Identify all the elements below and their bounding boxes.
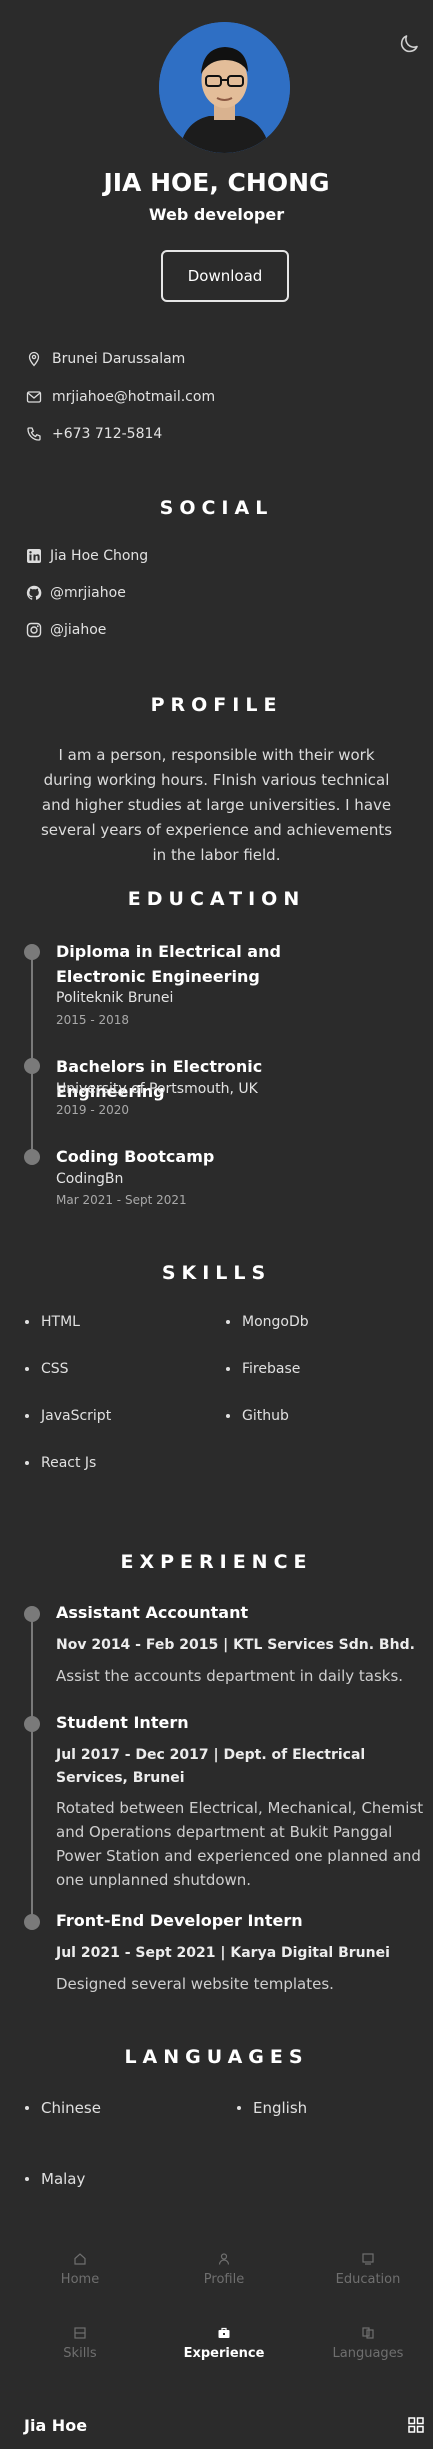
skill-item: HTML — [25, 1314, 80, 1330]
phone-icon — [27, 427, 41, 441]
nav-home[interactable]: Home — [8, 2252, 152, 2287]
map-pin-icon — [28, 351, 40, 367]
skill-item: React Js — [25, 1455, 96, 1471]
email-text: mrjiahoe@hotmail.com — [52, 389, 216, 405]
social-item-instagram[interactable]: @jiahoe — [26, 622, 106, 638]
footer-brand[interactable]: Jia Hoe — [24, 2416, 87, 2435]
education-timeline-dot — [24, 1149, 40, 1165]
nav-education[interactable]: Education — [296, 2252, 433, 2287]
skill-item: JavaScript — [25, 1408, 111, 1424]
social-item-linkedin[interactable]: Jia Hoe Chong — [26, 548, 148, 564]
experience-item-meta: Jul 2017 - Dec 2017 | Dept. of Electrica… — [56, 1747, 366, 1786]
skill-item: CSS — [25, 1361, 69, 1377]
skills-title: SKILLS — [161, 1262, 272, 1284]
profile-description: I am a person, responsible with their wo… — [40, 746, 393, 864]
experience-item-desc: Assist the accounts department in daily … — [56, 1667, 404, 1685]
skills-icon — [74, 2327, 86, 2339]
education-item-date: Mar 2021 - Sept 2021 — [56, 1193, 187, 1207]
education-item-title: Coding Bootcamp — [56, 1147, 215, 1166]
phone-text: +673 712-5814 — [52, 426, 163, 442]
nav-skills[interactable]: Skills — [8, 2326, 152, 2361]
profile-title: PROFILE — [150, 694, 283, 716]
nav-experience[interactable]: Experience — [152, 2326, 296, 2361]
download-button[interactable]: Download — [161, 250, 289, 302]
experience-item-desc: Rotated between Electrical, Mechanical, … — [56, 1799, 424, 1889]
contact-location: Brunei Darussalam — [26, 351, 185, 367]
experience-item-title: Front-End Developer Intern — [56, 1911, 303, 1930]
education-item-school: University of Portsmouth, UK — [56, 1081, 258, 1097]
languages-title: LANGUAGES — [124, 2046, 309, 2068]
location-text: Brunei Darussalam — [52, 351, 186, 367]
linkedin-icon — [27, 549, 41, 563]
education-timeline-dot — [24, 944, 40, 960]
skill-item: Firebase — [226, 1361, 300, 1377]
home-icon — [74, 2253, 86, 2265]
languages-icon — [362, 2327, 374, 2339]
education-item-school: Politeknik Brunei — [56, 990, 174, 1006]
instagram-icon — [26, 622, 42, 638]
avatar — [159, 22, 290, 153]
education-item-date: 2015 - 2018 — [56, 1013, 130, 1027]
education-item-school: CodingBn — [56, 1171, 124, 1187]
education-icon — [362, 2253, 374, 2265]
instagram-label: @jiahoe — [50, 622, 107, 638]
github-label: @mrjiahoe — [50, 585, 126, 601]
social-item-github[interactable]: @mrjiahoe — [26, 585, 126, 601]
experience-timeline-dot — [24, 1716, 40, 1732]
person-name: JIA HOE, CHONG — [103, 168, 330, 197]
experience-title: EXPERIENCE — [120, 1551, 313, 1573]
skill-item: Github — [226, 1408, 289, 1424]
language-item: English — [237, 2099, 307, 2117]
github-icon — [26, 585, 42, 600]
grid-menu-icon[interactable] — [408, 2417, 424, 2433]
contact-email[interactable]: mrjiahoe@hotmail.com — [26, 389, 215, 405]
social-title: SOCIAL — [159, 497, 274, 519]
language-item: Malay — [25, 2170, 85, 2188]
user-icon — [218, 2253, 230, 2265]
experience-item-desc: Designed several website templates. — [56, 1975, 334, 1993]
experience-item-meta: Jul 2021 - Sept 2021 | Karya Digital Bru… — [56, 1945, 390, 1961]
experience-item-title: Assistant Accountant — [56, 1603, 249, 1622]
experience-timeline-dot — [24, 1914, 40, 1930]
mail-icon — [26, 391, 42, 403]
language-item: Chinese — [25, 2099, 101, 2117]
linkedin-label: Jia Hoe Chong — [50, 548, 149, 564]
contact-phone[interactable]: +673 712-5814 — [26, 426, 162, 442]
experience-timeline-dot — [24, 1606, 40, 1622]
experience-timeline-line — [31, 1620, 33, 1926]
education-timeline-line — [31, 950, 33, 1157]
moon-icon[interactable] — [397, 32, 421, 56]
education-timeline-dot — [24, 1058, 40, 1074]
nav-languages[interactable]: Languages — [296, 2326, 433, 2361]
briefcase-icon — [218, 2327, 230, 2338]
education-item-title: Diploma in Electrical and Electronic Eng… — [56, 942, 281, 986]
nav-profile[interactable]: Profile — [152, 2252, 296, 2287]
experience-item-title: Student Intern — [56, 1713, 189, 1732]
skill-item: MongoDb — [226, 1314, 309, 1330]
education-item-date: 2019 - 2020 — [56, 1103, 130, 1117]
job-title: Web developer — [148, 205, 285, 224]
education-title: EDUCATION — [127, 888, 306, 910]
experience-item-meta: Nov 2014 - Feb 2015 | KTL Services Sdn. … — [56, 1637, 415, 1653]
